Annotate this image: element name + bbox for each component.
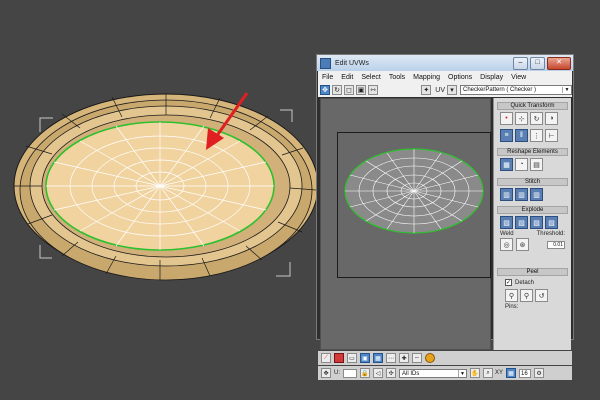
bottom-toolbar-selection: ⟋ ▭ ▣ ▦ ⋯ ✚ ⇔ — [318, 351, 572, 365]
align-point-icon[interactable]: • — [500, 112, 513, 125]
grow-select-icon[interactable]: ✚ — [399, 353, 409, 363]
u-label: U: — [334, 370, 340, 376]
explode-settings-icon[interactable]: ▧ — [545, 216, 558, 229]
checkbox-checked-icon[interactable]: ✓ — [505, 279, 512, 286]
chevron-down-icon: ▼ — [458, 369, 466, 377]
flatten-icon[interactable]: ▧ — [530, 216, 543, 229]
close-button[interactable]: ✕ — [547, 56, 571, 70]
detach-label: Detach — [515, 279, 535, 286]
loop-select-icon[interactable]: ⇔ — [412, 353, 422, 363]
reshape-elements-header[interactable]: Reshape Elements — [497, 148, 568, 156]
uv-label: UV — [435, 86, 445, 94]
straighten-icon[interactable]: ▦ — [500, 158, 513, 171]
paint-select-icon[interactable] — [425, 353, 435, 363]
menu-view[interactable]: View — [507, 74, 530, 81]
uv-editor-viewport[interactable] — [320, 98, 491, 350]
scale-tool-icon[interactable]: ◻ — [344, 85, 354, 95]
stitch-source-icon[interactable]: ▥ — [530, 188, 543, 201]
window-title: Edit UVWs — [335, 59, 369, 67]
align-vertical-icon[interactable]: ‖ — [515, 129, 528, 142]
soft-select-icon[interactable]: ◁ — [373, 368, 383, 378]
stitch-rollout: Stitch ▥ ▥ ▥ — [497, 178, 568, 203]
settings-icon[interactable]: ⚙ — [534, 368, 545, 378]
chevron-down-icon: ▼ — [562, 87, 571, 93]
peel-rollout: Peel ✓ Detach ⚲ ⚲ ↺ Pins: — [497, 268, 568, 310]
select-vertex-icon[interactable] — [334, 353, 344, 363]
relax-icon[interactable]: ◔ — [515, 158, 528, 171]
pins-label: Pins: — [505, 304, 519, 310]
title-bar[interactable]: Edit UVWs – □ ✕ — [317, 55, 573, 71]
weld-selected-icon[interactable]: ⊛ — [516, 238, 529, 251]
hand-pan-icon[interactable]: ✋ — [470, 368, 480, 378]
minimize-button[interactable]: – — [513, 56, 528, 70]
pan-icon[interactable]: ✣ — [386, 368, 396, 378]
element-filter-dropdown[interactable]: All IDs ▼ — [399, 368, 467, 378]
relax-settings-icon[interactable]: ▤ — [530, 158, 543, 171]
mirror-tool-icon[interactable]: ⇿ — [368, 85, 378, 95]
explode-rollout: Explode ▧ ▧ ▧ ▧ Weld Threshold: ◎ ⊛ 0.01 — [497, 206, 568, 252]
align-edge-icon[interactable]: ⊢ — [545, 129, 558, 142]
explode-header[interactable]: Explode — [497, 206, 568, 214]
break-icon[interactable]: ▧ — [500, 216, 513, 229]
lock-icon[interactable]: 🔒 — [360, 368, 370, 378]
plate-wireframe — [46, 122, 274, 250]
align-horizontal-icon[interactable]: ≡ — [500, 129, 513, 142]
flip-icon[interactable]: ◑ — [545, 112, 558, 125]
uv-space-border — [337, 132, 491, 278]
rollout-panel: Quick Transform • ⊹ ↻ ◑ ≡ ‖ ⋮ ⊢ Reshape … — [493, 98, 571, 350]
zoom-icon[interactable]: ⌕ — [483, 368, 493, 378]
peel-header[interactable]: Peel — [497, 268, 568, 276]
bottom-toolbar-coords: ✥ U: 🔒 ◁ ✣ All IDs ▼ ✋ ⌕ XY ▦ 16 ⚙ — [318, 366, 572, 380]
threshold-label: Threshold: — [536, 231, 565, 237]
quick-transform-rollout: Quick Transform • ⊹ ↻ ◑ ≡ ‖ ⋮ ⊢ — [497, 102, 568, 144]
transform-center-icon[interactable]: ✥ — [321, 368, 331, 378]
stitch-average-icon[interactable]: ▥ — [515, 188, 528, 201]
unpin-icon[interactable]: ⚲ — [520, 289, 533, 302]
weld-target-icon[interactable]: ◎ — [500, 238, 513, 251]
select-face-icon[interactable]: ▣ — [360, 353, 370, 363]
reset-peel-icon[interactable]: ↺ — [535, 289, 548, 302]
zoom-value-input[interactable]: 16 — [519, 368, 532, 378]
pin-icon[interactable]: ⚲ — [505, 289, 518, 302]
u-coordinate-input[interactable] — [343, 368, 357, 378]
stitch-header[interactable]: Stitch — [497, 178, 568, 186]
select-edge-icon[interactable]: ▭ — [347, 353, 357, 363]
weld-label: Weld — [500, 231, 514, 237]
move-tool-icon[interactable]: ✥ — [320, 85, 330, 95]
space-icon[interactable]: ⋮ — [530, 129, 543, 142]
element-filter-value: All IDs — [402, 370, 420, 377]
edit-uvws-window[interactable]: Edit UVWs – □ ✕ File Edit Select Tools M… — [316, 54, 574, 380]
menu-mapping[interactable]: Mapping — [409, 74, 444, 81]
texture-dropdown-value: CheckerPattern ( Checker ) — [463, 87, 537, 93]
menu-file[interactable]: File — [318, 74, 337, 81]
menu-tools[interactable]: Tools — [385, 74, 409, 81]
app-icon — [320, 57, 331, 69]
curve-select-icon[interactable]: ⟋ — [321, 353, 331, 363]
select-element-icon[interactable]: ▦ — [373, 353, 383, 363]
reshape-elements-rollout: Reshape Elements ▦ ◔ ▤ — [497, 148, 568, 173]
menu-options[interactable]: Options — [444, 74, 476, 81]
rotate-tool-icon[interactable]: ↻ — [332, 85, 342, 95]
snap-icon[interactable]: ▦ — [506, 368, 517, 378]
top-toolbar: ✥ ↻ ◻ ▣ ⇿ ✦ UV ▾ CheckerPattern ( Checke… — [318, 83, 572, 97]
xy-label: XY — [495, 370, 504, 376]
menu-display[interactable]: Display — [476, 74, 507, 81]
maximize-button[interactable]: □ — [530, 56, 545, 70]
ring-select-icon[interactable]: ⋯ — [386, 353, 396, 363]
uv-dropdown-icon[interactable]: ▾ — [447, 85, 457, 95]
stitch-to-target-icon[interactable]: ▥ — [500, 188, 513, 201]
uv-mesh — [344, 148, 484, 234]
quick-transform-header[interactable]: Quick Transform — [497, 102, 568, 110]
detach-edge-icon[interactable]: ▧ — [515, 216, 528, 229]
threshold-input[interactable]: 0.01 — [547, 240, 565, 249]
align-grid-icon[interactable]: ⊹ — [515, 112, 528, 125]
rotate-90-icon[interactable]: ↻ — [530, 112, 543, 125]
menu-select[interactable]: Select — [357, 74, 384, 81]
texture-dropdown[interactable]: CheckerPattern ( Checker ) ▼ — [460, 85, 572, 95]
show-map-icon[interactable]: ✦ — [421, 85, 432, 95]
freeform-tool-icon[interactable]: ▣ — [356, 85, 366, 95]
menu-bar: File Edit Select Tools Mapping Options D… — [318, 71, 572, 83]
menu-edit[interactable]: Edit — [337, 74, 357, 81]
